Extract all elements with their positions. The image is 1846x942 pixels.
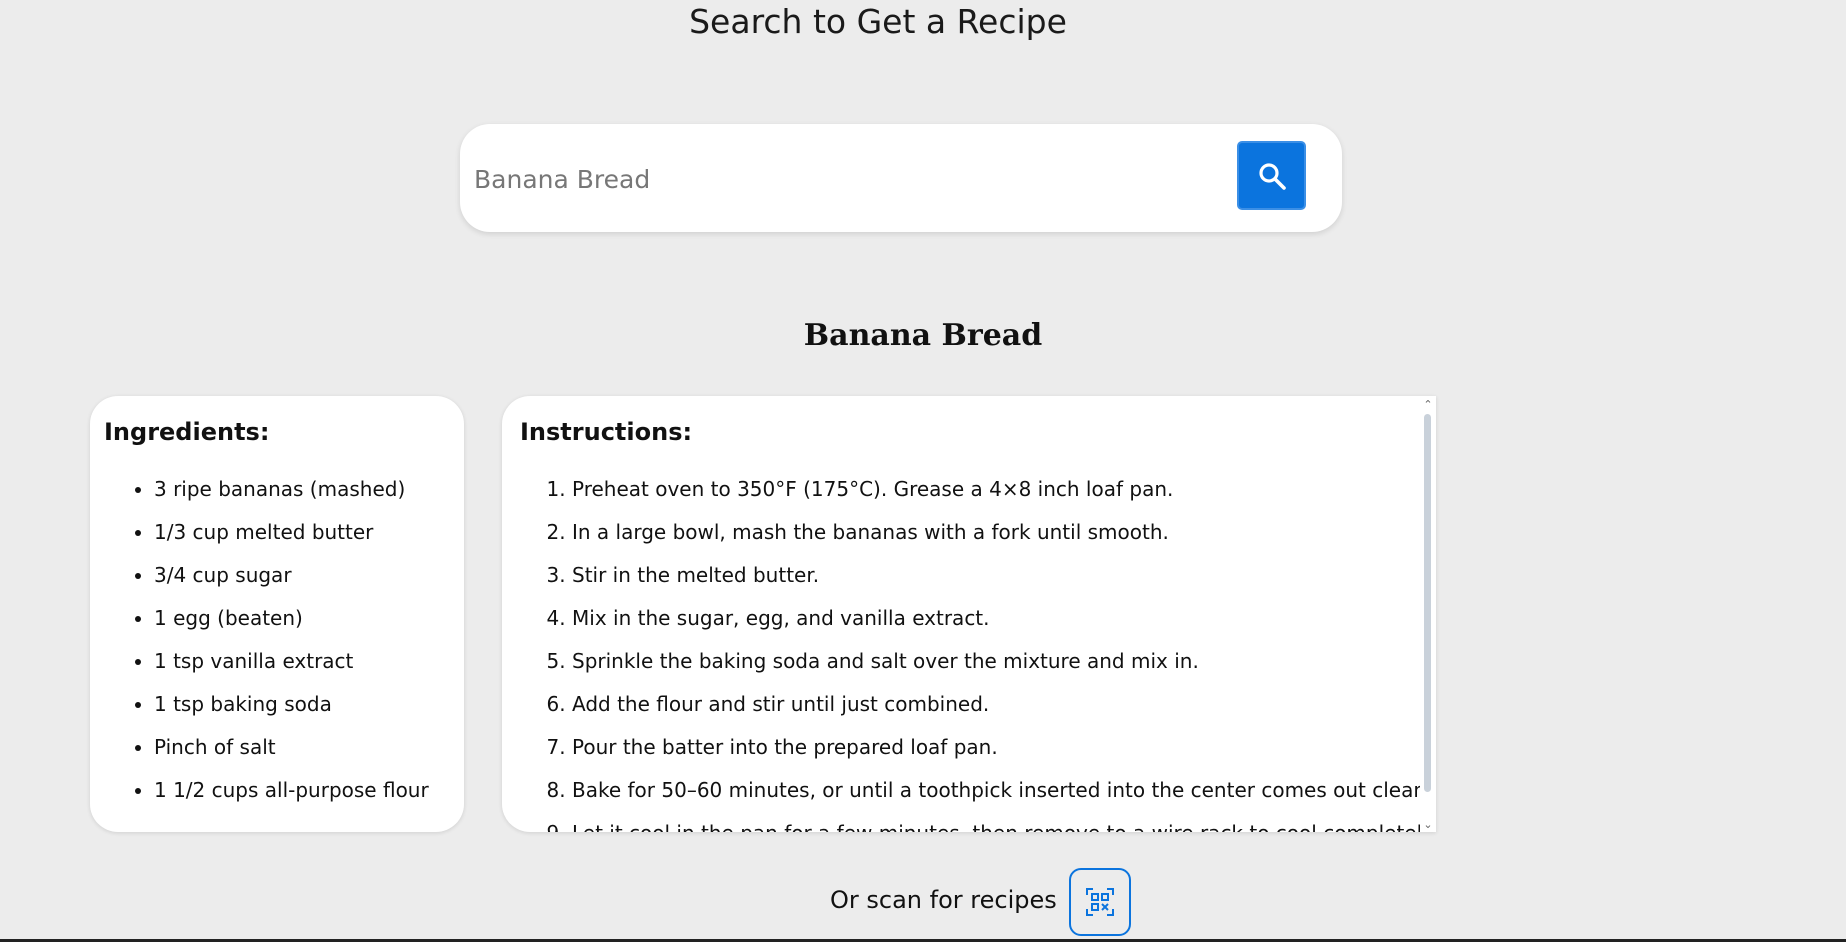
instruction-step: Pour the batter into the prepared loaf p… (572, 726, 1418, 769)
instructions-heading: Instructions: (520, 418, 693, 446)
scan-label: Or scan for recipes (830, 886, 1057, 914)
instructions-scrollbar[interactable]: ⌃ ⌄ (1420, 398, 1436, 832)
instruction-step: Sprinkle the baking soda and salt over t… (572, 640, 1418, 683)
search-button[interactable] (1237, 141, 1306, 210)
ingredients-heading: Ingredients: (104, 418, 270, 446)
instruction-step: Stir in the melted butter. (572, 554, 1418, 597)
search-icon (1258, 162, 1286, 190)
instruction-step: Preheat oven to 350°F (175°C). Grease a … (572, 468, 1418, 511)
instruction-step: Bake for 50–60 minutes, or until a tooth… (572, 769, 1432, 812)
instruction-step: Add the flour and stir until just combin… (572, 683, 1418, 726)
instructions-list: Preheat oven to 350°F (175°C). Grease a … (520, 468, 1436, 832)
ingredients-card: Ingredients: 3 ripe bananas (mashed) 1/3… (90, 396, 464, 832)
instructions-card[interactable]: Instructions: Preheat oven to 350°F (175… (502, 396, 1436, 832)
recipe-title: Banana Bread (803, 318, 1043, 353)
page-title: Search to Get a Recipe (689, 2, 1067, 41)
scroll-down-arrow-icon[interactable]: ⌄ (1420, 818, 1436, 832)
search-box (460, 124, 1342, 232)
scroll-up-arrow-icon[interactable]: ⌃ (1420, 398, 1436, 412)
search-input[interactable] (472, 154, 1216, 204)
ingredient-item: 1 tsp vanilla extract (154, 640, 450, 683)
ingredients-list: 3 ripe bananas (mashed) 1/3 cup melted b… (104, 468, 450, 812)
ingredient-item: 1 tsp baking soda (154, 683, 450, 726)
ingredient-item: 1/3 cup melted butter (154, 511, 450, 554)
qr-scan-icon (1086, 888, 1114, 916)
scroll-thumb[interactable] (1424, 414, 1431, 792)
ingredient-item: 1 egg (beaten) (154, 597, 450, 640)
ingredient-item: 1 1/2 cups all-purpose flour (154, 769, 450, 812)
instruction-step: In a large bowl, mash the bananas with a… (572, 511, 1418, 554)
ingredient-item: 3 ripe bananas (mashed) (154, 468, 450, 511)
ingredient-item: 3/4 cup sugar (154, 554, 450, 597)
scan-button[interactable] (1069, 868, 1131, 936)
instruction-step: Mix in the sugar, egg, and vanilla extra… (572, 597, 1418, 640)
ingredient-item: Pinch of salt (154, 726, 450, 769)
instruction-step: Let it cool in the pan for a few minutes… (572, 812, 1436, 832)
